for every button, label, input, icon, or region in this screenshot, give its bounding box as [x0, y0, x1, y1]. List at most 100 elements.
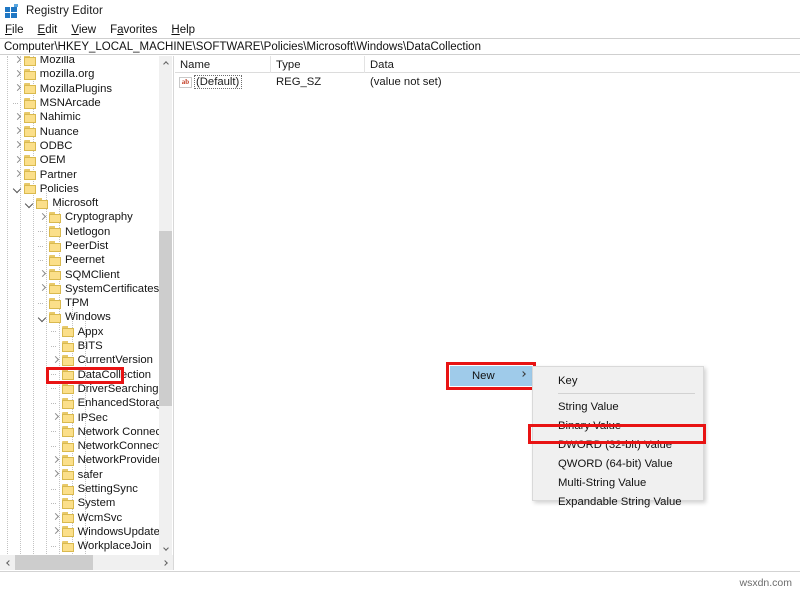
tree-hscroll-thumb[interactable]	[15, 555, 93, 570]
tree-vscroll-thumb[interactable]	[159, 231, 172, 406]
tree-item-settingsync[interactable]: SettingSync	[0, 482, 160, 496]
chevron-right-icon[interactable]	[50, 412, 61, 423]
submenu-item-key[interactable]: Key	[533, 371, 703, 390]
tree-item-wcmsvc[interactable]: WcmSvc	[0, 511, 160, 525]
chevron-right-icon[interactable]	[37, 269, 48, 280]
tree-item-mozilla[interactable]: Mozilla	[0, 56, 160, 67]
main-content: Mozillamozilla.orgMozillaPluginsMSNArcad…	[0, 56, 800, 570]
chevron-right-icon[interactable]	[50, 355, 61, 366]
tree-item-peerdist[interactable]: PeerDist	[0, 239, 160, 253]
tree-item-systemcertificates[interactable]: SystemCertificates	[0, 282, 160, 296]
chevron-down-icon[interactable]	[37, 312, 48, 323]
chevron-right-icon[interactable]	[12, 155, 23, 166]
tree-item-datacollection[interactable]: DataCollection	[0, 368, 160, 382]
tree-item-network-connections[interactable]: Network Connections	[0, 425, 160, 439]
column-header-type[interactable]: Type	[271, 56, 365, 73]
tree-item-msnarcade[interactable]: MSNArcade	[0, 96, 160, 110]
tree-item-workplacejoin[interactable]: WorkplaceJoin	[0, 539, 160, 553]
chevron-right-icon[interactable]	[12, 83, 23, 94]
submenu-item-expandable-string-value[interactable]: Expandable String Value	[533, 492, 703, 511]
submenu-item-multi-string-value[interactable]: Multi-String Value	[533, 473, 703, 492]
tree-item-microsoft[interactable]: Microsoft	[0, 196, 160, 210]
folder-icon	[62, 441, 74, 452]
column-header-name[interactable]: Name	[175, 56, 271, 73]
chevron-right-icon[interactable]	[37, 212, 48, 223]
folder-icon	[24, 56, 36, 66]
tree-item-mozilla-org[interactable]: mozilla.org	[0, 67, 160, 81]
menu-view[interactable]: View	[71, 24, 96, 36]
value-name-cell[interactable]: ab (Default)	[179, 74, 242, 90]
chevron-right-icon[interactable]	[37, 283, 48, 294]
tree-item-networkprovider[interactable]: NetworkProvider	[0, 453, 160, 467]
scroll-down-icon[interactable]	[159, 542, 172, 555]
chevron-right-icon[interactable]	[50, 526, 61, 537]
tree-item-oem[interactable]: OEM	[0, 153, 160, 167]
submenu-item-label: Binary Value	[558, 420, 621, 432]
folder-icon	[24, 140, 36, 151]
tree-item-windowsupdate[interactable]: WindowsUpdate	[0, 525, 160, 539]
menu-edit[interactable]: Edit	[38, 24, 58, 36]
menu-help[interactable]: Help	[171, 24, 195, 36]
tree-item-partner[interactable]: Partner	[0, 167, 160, 181]
folder-icon	[24, 183, 36, 194]
tree-item-nahimic[interactable]: Nahimic	[0, 110, 160, 124]
table-row[interactable]: ab (Default) REG_SZ (value not set)	[175, 74, 800, 90]
submenu-item-string-value[interactable]: String Value	[533, 397, 703, 416]
folder-icon	[49, 212, 61, 223]
tree-horizontal-scrollbar[interactable]	[0, 555, 173, 570]
tree-item-mozillaplugins[interactable]: MozillaPlugins	[0, 82, 160, 96]
submenu-item-binary-value[interactable]: Binary Value	[533, 416, 703, 435]
tree-item-ipsec[interactable]: IPSec	[0, 410, 160, 424]
tree-item-sqmclient[interactable]: SQMClient	[0, 267, 160, 281]
chevron-right-icon[interactable]	[50, 469, 61, 480]
chevron-right-icon[interactable]	[12, 112, 23, 123]
tree-item-safer[interactable]: safer	[0, 468, 160, 482]
chevron-right-icon[interactable]	[50, 455, 61, 466]
tree-item-appx[interactable]: Appx	[0, 325, 160, 339]
chevron-down-icon[interactable]	[24, 198, 35, 209]
column-header-data[interactable]: Data	[365, 56, 800, 73]
scroll-up-icon[interactable]	[159, 56, 172, 69]
folder-icon	[49, 283, 61, 294]
tree-item-label: Appx	[78, 325, 104, 339]
tree-item-peernet[interactable]: Peernet	[0, 253, 160, 267]
chevron-right-icon[interactable]	[50, 512, 61, 523]
tree-item-odbc[interactable]: ODBC	[0, 139, 160, 153]
chevron-right-icon[interactable]	[12, 169, 23, 180]
submenu-item-dword-32-bit-value[interactable]: DWORD (32-bit) Value	[533, 435, 703, 454]
chevron-right-icon[interactable]	[12, 69, 23, 80]
tree-item-bits[interactable]: BITS	[0, 339, 160, 353]
chevron-right-icon[interactable]	[12, 140, 23, 151]
tree-scroll-area: Mozillamozilla.orgMozillaPluginsMSNArcad…	[0, 56, 160, 555]
tree-item-cryptography[interactable]: Cryptography	[0, 210, 160, 224]
tree-item-tpm[interactable]: TPM	[0, 296, 160, 310]
scroll-left-icon[interactable]	[0, 555, 14, 570]
tree-line-icon	[50, 484, 61, 495]
chevron-right-icon[interactable]	[12, 126, 23, 137]
tree-item-currentversion[interactable]: CurrentVersion	[0, 353, 160, 367]
tree-vertical-scrollbar[interactable]	[159, 56, 172, 555]
address-bar[interactable]: Computer\HKEY_LOCAL_MACHINE\SOFTWARE\Pol…	[0, 38, 800, 55]
chevron-right-icon[interactable]	[12, 56, 23, 66]
tree-item-label: IPSec	[78, 411, 108, 425]
context-menu-item-new[interactable]: New	[450, 366, 532, 386]
tree-item-policies[interactable]: Policies	[0, 182, 160, 196]
tree-item-label: MozillaPlugins	[40, 82, 112, 96]
folder-icon	[49, 226, 61, 237]
menu-file[interactable]: File	[5, 24, 24, 36]
menu-favorites[interactable]: Favorites	[110, 24, 157, 36]
tree-item-windows[interactable]: Windows	[0, 310, 160, 324]
scroll-right-icon[interactable]	[159, 555, 173, 570]
folder-icon	[24, 98, 36, 109]
tree-item-netlogon[interactable]: Netlogon	[0, 225, 160, 239]
tree-item-label: Nuance	[40, 125, 79, 139]
tree-item-system[interactable]: System	[0, 496, 160, 510]
tree-item-driversearching[interactable]: DriverSearching	[0, 382, 160, 396]
tree-item-enhancedstoragedevices[interactable]: EnhancedStorageDevices	[0, 396, 160, 410]
tree-item-nuance[interactable]: Nuance	[0, 124, 160, 138]
submenu-item-qword-64-bit-value[interactable]: QWORD (64-bit) Value	[533, 454, 703, 473]
folder-icon	[62, 355, 74, 366]
tree-item-networkconnectivitystatusindicator[interactable]: NetworkConnectivityStatusIndicator	[0, 439, 160, 453]
tree-item-label: DataCollection	[78, 368, 151, 382]
chevron-down-icon[interactable]	[12, 183, 23, 194]
